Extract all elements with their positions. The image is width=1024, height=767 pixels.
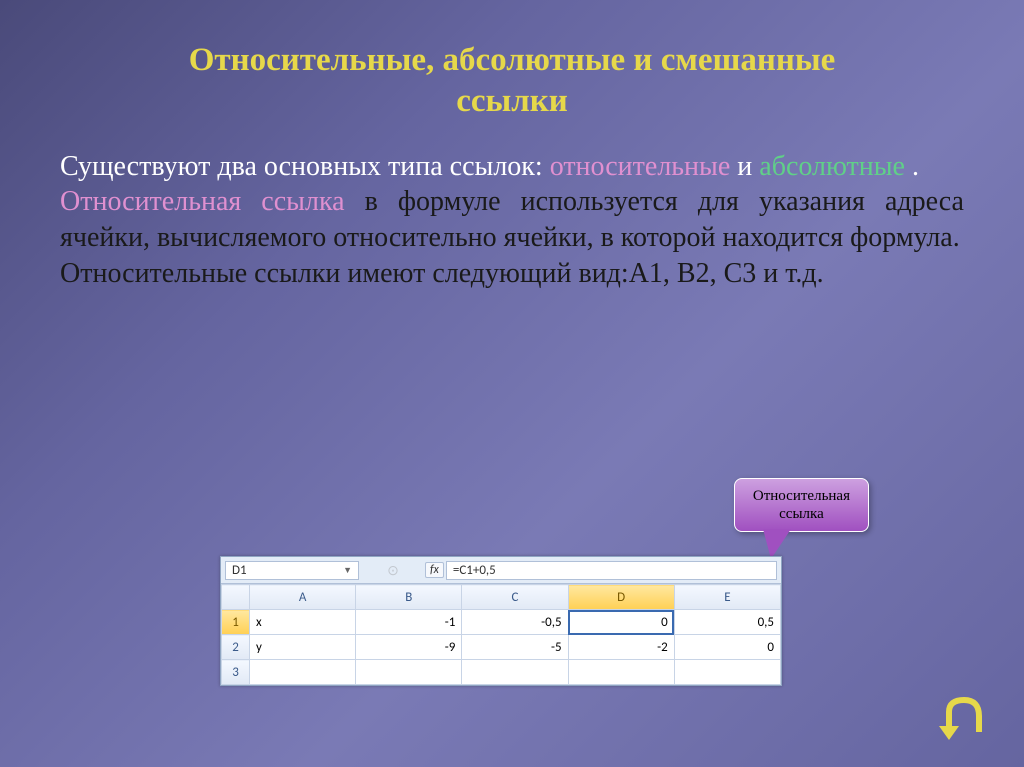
cell-C2: -5 (462, 635, 568, 660)
fx-spacer: ⊙ (363, 562, 423, 579)
col-header-D: D (568, 585, 674, 610)
callout-line-2: ссылка (753, 505, 850, 523)
col-header-B: B (356, 585, 462, 610)
p2-lead: Относительная ссылка (60, 186, 345, 217)
u-turn-arrow-icon (934, 692, 994, 742)
cell-B3 (356, 660, 462, 685)
back-arrow-button[interactable] (934, 692, 994, 742)
name-box-value: D1 (232, 563, 247, 578)
cell-A2: y (250, 635, 356, 660)
p1-and: и (737, 151, 759, 182)
cell-D2: -2 (568, 635, 674, 660)
cell-D1: 0 (568, 610, 674, 635)
row-header-2: 2 (222, 635, 250, 660)
col-header-C: C (462, 585, 568, 610)
formula-input: =C1+0,5 (446, 561, 777, 580)
col-header-A: A (250, 585, 356, 610)
callout-tail-icon (763, 529, 791, 559)
cell-A1: x (250, 610, 356, 635)
excel-screenshot: D1 ▼ ⊙ fx =C1+0,5 A B C D E (220, 556, 782, 686)
paragraph-3: Относительные ссылки имеют следующий вид… (60, 256, 964, 292)
chevron-down-icon: ▼ (343, 565, 352, 576)
name-box: D1 ▼ (225, 561, 359, 580)
formula-bar: D1 ▼ ⊙ fx =C1+0,5 (221, 557, 781, 584)
title-line-2: ссылки (456, 83, 568, 119)
p1-absolute-word: абсолютные (759, 151, 905, 182)
p1-dot: . (912, 151, 919, 182)
cell-E3 (674, 660, 780, 685)
paragraph-1: Существуют два основных типа ссылок: отн… (60, 149, 964, 185)
title-line-1: Относительные, абсолютные и смешанные (189, 42, 836, 78)
p1-relative-word: относительные (550, 151, 731, 182)
callout: Относительная ссылка (734, 478, 869, 532)
spreadsheet-grid: A B C D E 1 x -1 -0,5 0 0,5 2 (221, 584, 781, 685)
cell-B2: -9 (356, 635, 462, 660)
cell-C1: -0,5 (462, 610, 568, 635)
table-row: 2 y -9 -5 -2 0 (222, 635, 781, 660)
row-header-3: 3 (222, 660, 250, 685)
cell-A3 (250, 660, 356, 685)
corner-cell (222, 585, 250, 610)
col-header-E: E (674, 585, 780, 610)
row-header-1: 1 (222, 610, 250, 635)
paragraph-2: Относительная ссылка в формуле используе… (60, 184, 964, 256)
cell-B1: -1 (356, 610, 462, 635)
callout-line-1: Относительная (753, 487, 850, 505)
cell-E1: 0,5 (674, 610, 780, 635)
table-row: 1 x -1 -0,5 0 0,5 (222, 610, 781, 635)
p1-lead: Существуют два основных типа ссылок: (60, 151, 550, 182)
table-row: 3 (222, 660, 781, 685)
slide-title: Относительные, абсолютные и смешанные сс… (60, 40, 964, 123)
body-text: Существуют два основных типа ссылок: отн… (60, 149, 964, 292)
cell-C3 (462, 660, 568, 685)
cell-D3 (568, 660, 674, 685)
fx-button: fx (425, 562, 444, 578)
cell-E2: 0 (674, 635, 780, 660)
